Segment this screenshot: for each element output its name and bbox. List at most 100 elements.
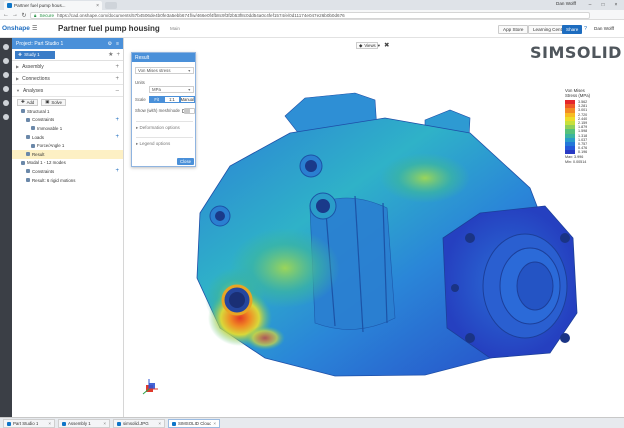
analyses-collapse-icon[interactable]: – [116, 88, 119, 94]
minimize-icon[interactable]: – [584, 0, 596, 9]
info-icon[interactable] [3, 100, 9, 106]
tree-item[interactable]: Loads + [12, 133, 123, 142]
maximize-icon[interactable]: □ [597, 0, 609, 9]
section-analyses[interactable]: ▼ Analyses – [12, 85, 123, 97]
study-tab[interactable]: ❖ Study 1 [15, 50, 55, 59]
tree-node-icon [26, 169, 30, 174]
close-icon[interactable]: × [158, 421, 161, 426]
workspace-label[interactable]: Main [170, 26, 180, 31]
secure-label: Secure [39, 12, 55, 18]
scale-option[interactable]: Manual [179, 96, 195, 103]
taskbar-item-label: simsolid.JPG [123, 421, 149, 426]
url-input[interactable]: 🔒︎ Secure https://cad.onshape.com/docume… [30, 11, 590, 19]
browser-tab[interactable]: Partner fuel pump hous... × [4, 1, 102, 10]
browser-taskbar: Part Studio 1 × Assembly 1 × simsolid.JPG × SI… [0, 417, 624, 428]
section-connections[interactable]: ▶ Connections + [12, 73, 123, 85]
taskbar-item[interactable]: Part Studio 1 × [3, 419, 55, 428]
chevron-right-icon: ▶ [16, 76, 20, 81]
document-title[interactable]: Partner fuel pump housing [58, 24, 160, 33]
connections-add-icon[interactable]: + [115, 76, 119, 82]
show-mesh-checkbox[interactable]: Show (with) mesh/node [135, 108, 186, 113]
taskbar-item[interactable]: simsolid.JPG × [113, 419, 165, 428]
close-icon[interactable]: × [48, 421, 51, 426]
close-icon[interactable]: × [213, 421, 216, 426]
section-assembly-label: Assembly [22, 63, 44, 70]
assembly-add-icon[interactable]: + [115, 64, 119, 70]
share-button[interactable]: Share [562, 25, 583, 34]
tree-item[interactable]: Force/Angle 1 [12, 141, 123, 150]
tree-item[interactable]: Result [12, 149, 123, 159]
close-tab-icon[interactable]: × [96, 3, 99, 9]
solve-button[interactable]: ▣ Solve [41, 98, 67, 106]
legend-options-label: Legend options [139, 141, 171, 146]
units-select[interactable]: MPa ▼ [149, 86, 194, 93]
units-label: Units [135, 80, 145, 85]
tree-item[interactable]: Modal 1 - 12 modes [12, 159, 123, 168]
legend-options-expander[interactable]: ▸ Legend options [136, 137, 193, 147]
tree-node-icon [21, 160, 25, 165]
tree-node-icon [26, 152, 30, 157]
new-tab-button[interactable] [105, 2, 117, 9]
tree-item[interactable]: Constraints + [12, 116, 123, 125]
result-type-select[interactable]: Von Mises stress ▼ [135, 67, 194, 74]
star-icon[interactable]: ★ [108, 51, 113, 58]
legend-max: Max: 3.996 [565, 155, 584, 159]
tree-item[interactable]: Structural 1 [12, 107, 123, 116]
parts-icon[interactable] [3, 72, 9, 78]
browser-tab-title: Partner fuel pump hous... [14, 3, 66, 8]
tree-item[interactable]: Result: 6 rigid motions [12, 176, 123, 185]
panel-menu-icon[interactable]: ≡ [116, 41, 119, 47]
legend-scale: 3.562 3.281 3.001 2.720 2.440 2.159 1.879 1.598… [565, 100, 587, 155]
left-icon-rail [0, 38, 12, 417]
3d-viewport[interactable]: ◆ Views ▾ ✖ SIMSOLID [125, 38, 624, 417]
taskbar-item[interactable]: SIMSOLID Cloud × [168, 419, 220, 428]
app-store-button[interactable]: App Store [498, 25, 529, 34]
scale-option[interactable]: Fit [149, 96, 165, 103]
settings-icon[interactable] [3, 86, 9, 92]
file-icon [117, 421, 121, 426]
tree-add-icon[interactable]: + [115, 134, 119, 140]
user-menu[interactable]: Dan Wolff [594, 26, 614, 31]
document-menu-icon[interactable]: ☰ [32, 25, 37, 32]
legend-min: Min: 0.00514 [565, 160, 587, 164]
tree-node-icon [26, 117, 30, 122]
file-icon [7, 421, 11, 426]
stress-contour-model[interactable] [125, 38, 624, 417]
simsolid-icon[interactable] [3, 58, 9, 64]
panel-gear-icon[interactable]: ⚙ [108, 41, 112, 47]
analyses-toolbar: ✚ Add ▣ Solve [12, 97, 123, 107]
legend-swatch [565, 150, 575, 155]
tree-node-icon [21, 109, 25, 114]
close-window-icon[interactable]: × [610, 0, 622, 9]
add-study-icon[interactable]: + [116, 52, 120, 58]
help-icon[interactable]: ? [584, 26, 587, 32]
chat-icon[interactable] [3, 114, 9, 120]
section-assembly[interactable]: ▶ Assembly + [12, 61, 123, 73]
scale-option[interactable]: 1:1 [164, 96, 180, 103]
tree-add-icon[interactable]: + [115, 117, 119, 123]
taskbar-item[interactable]: Assembly 1 × [58, 419, 110, 428]
deformation-options-expander[interactable]: ▸ Deformation options [136, 121, 193, 131]
add-icon: ✚ [21, 99, 25, 104]
forward-icon[interactable]: → [11, 11, 19, 19]
show-mesh-toggle[interactable] [184, 108, 195, 114]
solve-icon: ▣ [45, 99, 50, 104]
tree-item[interactable]: Constraints + [12, 167, 123, 176]
onshape-logo[interactable]: Onshape [2, 25, 30, 32]
tree-item[interactable]: Immovable 1 [12, 124, 123, 133]
section-connections-label: Connections [22, 75, 50, 82]
project-panel: Project: Part Studio 1 ⚙ ≡ ❖ Study 1 ★ +… [12, 38, 124, 417]
add-analysis-button[interactable]: ✚ Add [17, 98, 39, 106]
tree-item-label: Structural 1 [27, 108, 50, 114]
taskbar-item-label: SIMSOLID Cloud [178, 421, 212, 426]
result-dialog-title: Result [132, 53, 195, 62]
home-icon[interactable] [3, 44, 9, 50]
back-icon[interactable]: ← [2, 11, 10, 19]
close-button[interactable]: Close [177, 158, 194, 165]
chevron-down-icon: ▸ [136, 125, 139, 130]
tree-add-icon[interactable]: + [115, 168, 119, 174]
project-panel-header: Project: Part Studio 1 ⚙ ≡ [12, 38, 123, 49]
reload-icon[interactable]: ↻ [20, 11, 28, 19]
add-analysis-label: Add [26, 99, 35, 105]
close-icon[interactable]: × [103, 421, 106, 426]
